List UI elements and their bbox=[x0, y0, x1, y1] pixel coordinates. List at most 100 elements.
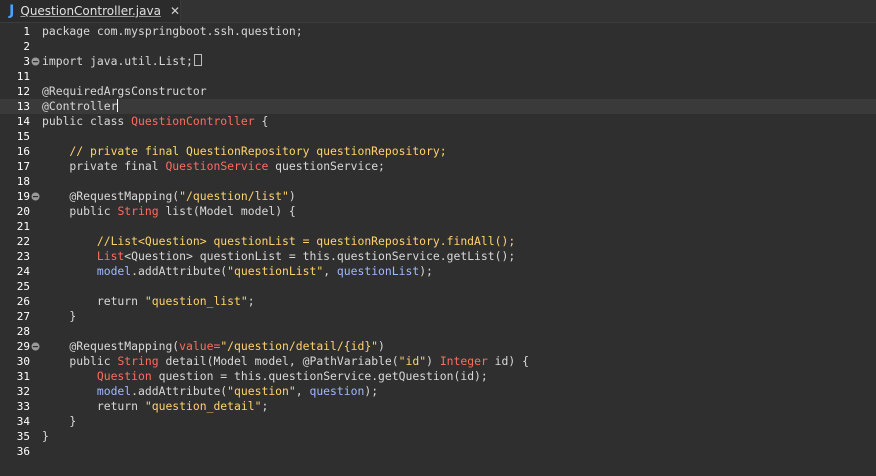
code-text: @RequiredArgsConstructor bbox=[42, 84, 207, 99]
code-line[interactable]: 16 // private final QuestionRepository q… bbox=[0, 144, 876, 159]
line-number: 13 bbox=[16, 100, 30, 113]
code-line[interactable]: 26 return "question_list"; bbox=[0, 294, 876, 309]
code-line[interactable]: 2 bbox=[0, 39, 876, 54]
code-line[interactable]: 13 @Controller bbox=[0, 99, 876, 114]
code-line[interactable]: 12 @RequiredArgsConstructor bbox=[0, 84, 876, 99]
code-token: String bbox=[117, 354, 159, 368]
text-caret bbox=[117, 99, 119, 112]
line-number: 17 bbox=[16, 160, 30, 173]
code-text: public String list(Model model) { bbox=[42, 204, 296, 219]
code-line[interactable]: 25 bbox=[0, 279, 876, 294]
line-number: 35 bbox=[16, 430, 30, 443]
code-line[interactable]: 22 //List<Question> questionList = quest… bbox=[0, 234, 876, 249]
code-line[interactable]: 29 @RequestMapping(value="/question/deta… bbox=[0, 339, 876, 354]
code-line[interactable]: 14 public class QuestionController { bbox=[0, 114, 876, 129]
code-line[interactable]: 11 bbox=[0, 69, 876, 84]
code-token: } bbox=[42, 309, 77, 323]
line-number: 2 bbox=[23, 40, 30, 53]
line-number: 28 bbox=[16, 325, 30, 338]
code-line[interactable]: 34 } bbox=[0, 414, 876, 429]
java-file-icon: J bbox=[9, 3, 15, 19]
code-token: java.util.List; bbox=[83, 54, 193, 68]
line-number: 34 bbox=[16, 415, 30, 428]
line-number: 26 bbox=[16, 295, 30, 308]
line-number: 21 bbox=[16, 220, 30, 233]
code-line[interactable]: 32 model.addAttribute("question", questi… bbox=[0, 384, 876, 399]
code-text: private final QuestionService questionSe… bbox=[42, 159, 385, 174]
code-token: question bbox=[309, 384, 365, 398]
tab-title: QuestionController.java bbox=[20, 4, 161, 18]
code-token: //List<Question> questionList = question… bbox=[42, 234, 516, 248]
code-token: model bbox=[42, 264, 132, 278]
editor-window: J QuestionController.java ✕ 1 package com… bbox=[0, 0, 876, 476]
code-text: //List<Question> questionList = question… bbox=[42, 234, 515, 249]
code-text: public String detail(Model model, @PathV… bbox=[42, 354, 529, 369]
code-text: } bbox=[42, 309, 76, 324]
code-token: public bbox=[42, 354, 118, 368]
code-token: model) { bbox=[234, 204, 296, 218]
code-token: model bbox=[42, 384, 132, 398]
code-token: "question_detail" bbox=[144, 399, 262, 413]
code-line[interactable]: 17 private final QuestionService questio… bbox=[0, 159, 876, 174]
code-token: import bbox=[42, 54, 84, 68]
code-line[interactable]: 31 Question question = this.questionServ… bbox=[0, 369, 876, 384]
code-token: Question bbox=[42, 369, 152, 383]
code-text: model.addAttribute("question", question)… bbox=[42, 384, 378, 399]
code-line[interactable]: 28 bbox=[0, 324, 876, 339]
code-line[interactable]: 36 bbox=[0, 444, 876, 459]
editor-tab-bar: J QuestionController.java ✕ bbox=[0, 0, 876, 23]
code-token: QuestionController bbox=[131, 114, 255, 128]
code-token: ; bbox=[247, 294, 255, 308]
collapsed-imports-icon[interactable] bbox=[193, 54, 202, 66]
code-line[interactable]: 33 return "question_detail"; bbox=[0, 399, 876, 414]
code-line[interactable]: 19 @RequestMapping("/question/list") bbox=[0, 189, 876, 204]
line-number: 18 bbox=[16, 175, 30, 188]
code-line[interactable]: 35} bbox=[0, 429, 876, 444]
code-token: @RequiredArgsConstructor bbox=[42, 84, 207, 98]
code-line[interactable]: 21 bbox=[0, 219, 876, 234]
line-number: 16 bbox=[16, 145, 30, 158]
code-text: List<Question> questionList = this.quest… bbox=[42, 249, 515, 264]
line-number: 25 bbox=[16, 280, 30, 293]
line-number: 19 bbox=[16, 190, 30, 203]
code-token: .questionService.getList(); bbox=[330, 249, 516, 263]
code-token: package bbox=[42, 24, 91, 38]
code-line[interactable]: 18 bbox=[0, 174, 876, 189]
code-token: com.myspringboot.ssh.question; bbox=[90, 24, 303, 38]
code-token: @Controller bbox=[42, 99, 118, 113]
code-token: List bbox=[42, 249, 125, 263]
line-number: 1 bbox=[23, 25, 30, 38]
code-token: questionList bbox=[336, 264, 420, 278]
close-icon[interactable]: ✕ bbox=[170, 4, 180, 18]
code-editor[interactable]: 1 package com.myspringboot.ssh.question; 2… bbox=[0, 23, 876, 476]
code-text: } bbox=[42, 414, 76, 429]
code-line[interactable]: 15 bbox=[0, 129, 876, 144]
code-token: QuestionService bbox=[165, 159, 269, 173]
code-token: @RequestMapping( bbox=[42, 189, 180, 203]
line-number: 11 bbox=[16, 70, 30, 83]
code-token: return bbox=[42, 399, 145, 413]
fold-toggle-icon[interactable] bbox=[31, 192, 40, 201]
line-number: 33 bbox=[16, 400, 30, 413]
fold-toggle-icon[interactable] bbox=[31, 342, 40, 351]
code-line[interactable]: 24 model.addAttribute("questionList", qu… bbox=[0, 264, 876, 279]
code-line[interactable]: 1 package com.myspringboot.ssh.question; bbox=[0, 24, 876, 39]
code-line[interactable]: 27 } bbox=[0, 309, 876, 324]
code-text: import java.util.List; bbox=[42, 54, 202, 69]
code-line[interactable]: 3 import java.util.List; bbox=[0, 54, 876, 69]
line-number: 20 bbox=[16, 205, 30, 218]
line-number: 3 bbox=[23, 55, 30, 68]
code-token: { bbox=[254, 114, 269, 128]
code-token: <Question> questionList = bbox=[124, 249, 303, 263]
tab-questioncontroller-java[interactable]: J QuestionController.java ✕ bbox=[0, 0, 181, 22]
line-number: 36 bbox=[16, 445, 30, 458]
code-token: Model bbox=[213, 354, 248, 368]
code-token: ) bbox=[426, 354, 440, 368]
code-line[interactable]: 30 public String detail(Model model, @Pa… bbox=[0, 354, 876, 369]
fold-toggle-icon[interactable] bbox=[31, 57, 40, 66]
code-token: private final bbox=[42, 159, 166, 173]
code-line[interactable]: 20 public String list(Model model) { bbox=[0, 204, 876, 219]
code-line[interactable]: 23 List<Question> questionList = this.qu… bbox=[0, 249, 876, 264]
code-token: "question_list" bbox=[144, 294, 248, 308]
code-token: "question" bbox=[227, 384, 296, 398]
